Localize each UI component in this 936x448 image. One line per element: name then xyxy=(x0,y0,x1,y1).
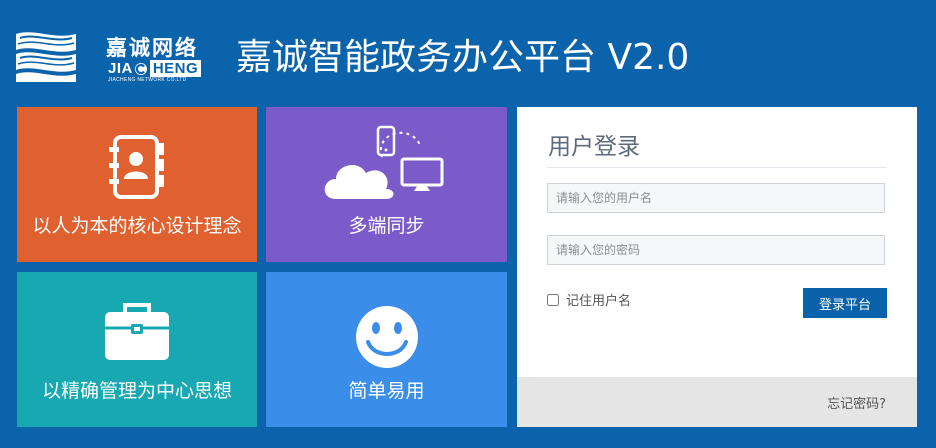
login-panel: 用户登录 记住用户名 登录平台 忘记密码? xyxy=(517,107,917,427)
logo-en-part1: JIA xyxy=(108,60,133,77)
company-logo: 嘉诚网络 JIA HENG JIACHENG NETWORK CO.LTD xyxy=(14,28,202,84)
login-button[interactable]: 登录平台 xyxy=(803,288,887,318)
tile-label: 多端同步 xyxy=(348,215,425,237)
logo-flag-icon xyxy=(16,32,76,82)
app-title: 嘉诚智能政务办公平台 V2.0 xyxy=(236,37,690,78)
remember-label: 记住用户名 xyxy=(566,294,632,309)
feature-tile-sync: 多端同步 xyxy=(266,107,507,262)
smiley-icon xyxy=(356,306,418,368)
logo-english-name: JIA HENG xyxy=(108,60,202,77)
login-title: 用户登录 xyxy=(548,134,640,160)
feature-tile-design: 以人为本的核心设计理念 xyxy=(17,107,257,262)
remember-username[interactable]: 记住用户名 xyxy=(547,290,631,309)
forgot-password-link[interactable]: 忘记密码? xyxy=(827,393,886,412)
cloud-sync-devices-icon xyxy=(324,125,444,199)
tile-label: 简单易用 xyxy=(348,380,425,402)
logo-subtitle: JIACHENG NETWORK CO.LTD xyxy=(108,77,187,83)
feature-tile-management: 以精确管理为中心思想 xyxy=(17,272,257,427)
address-book-icon xyxy=(109,135,164,199)
password-input[interactable] xyxy=(547,235,885,265)
feature-tile-easy: 简单易用 xyxy=(266,272,507,427)
remember-checkbox[interactable] xyxy=(547,293,559,306)
login-divider xyxy=(547,167,887,168)
logo-c-mark-icon xyxy=(134,62,147,75)
logo-en-part2: HENG xyxy=(149,60,202,77)
tile-label: 以精确管理为中心思想 xyxy=(41,380,232,402)
login-footer: 忘记密码? xyxy=(517,377,917,427)
tile-label: 以人为本的核心设计理念 xyxy=(32,215,242,237)
logo-chinese-name: 嘉诚网络 xyxy=(106,35,198,60)
username-input[interactable] xyxy=(547,183,885,213)
briefcase-icon xyxy=(105,303,169,360)
